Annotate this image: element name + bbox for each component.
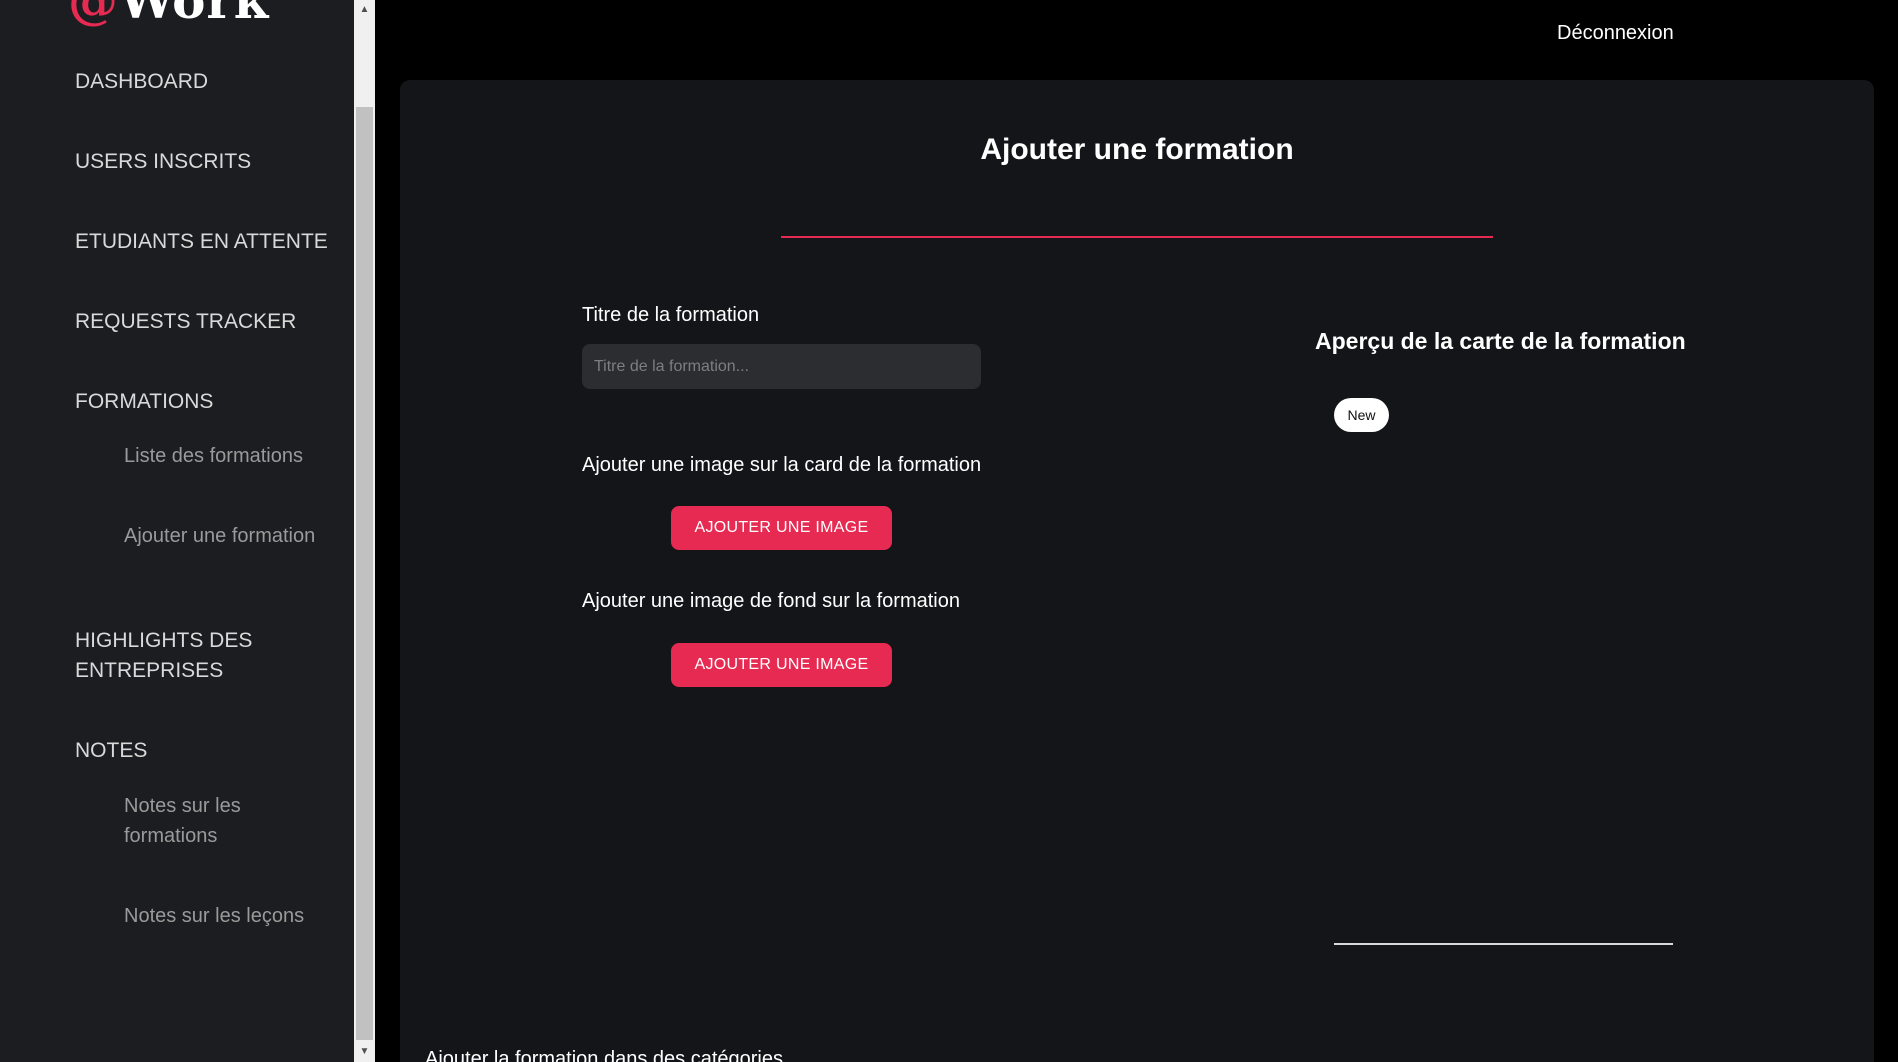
page-title: Ajouter une formation	[980, 133, 1294, 166]
preview-title: Aperçu de la carte de la formation	[1315, 328, 1686, 354]
sidebar-item-notes[interactable]: NOTES	[75, 736, 147, 766]
sidebar-item-highlights-line2[interactable]: ENTREPRISES	[75, 656, 223, 686]
card-image-label: Ajouter une image sur la card de la form…	[582, 454, 982, 476]
add-card-image-button[interactable]: AJOUTER UNE IMAGE	[671, 506, 892, 550]
sidebar-subitem-notes-formations-line2[interactable]: formations	[124, 821, 217, 851]
logo-text: Work	[119, 0, 270, 30]
sidebar-item-etudiants-en-attente[interactable]: ETUDIANTS EN ATTENTE	[75, 227, 328, 257]
sidebar: @Work DASHBOARD USERS INSCRITS ETUDIANTS…	[0, 0, 354, 1062]
sidebar-item-highlights-line1[interactable]: HIGHLIGHTS DES	[75, 626, 252, 656]
sidebar-scrollbar[interactable]: ▲ ▼	[354, 0, 375, 1062]
categories-label: Ajouter la formation dans des catégories	[425, 1048, 783, 1062]
logout-link[interactable]: Déconnexion	[1557, 22, 1674, 45]
sidebar-item-formations[interactable]: FORMATIONS	[75, 387, 213, 417]
title-field-label: Titre de la formation	[582, 304, 760, 326]
sidebar-subitem-notes-formations-line1[interactable]: Notes sur les	[124, 791, 241, 821]
sidebar-subitem-ajouter-une-formation[interactable]: Ajouter une formation	[124, 521, 315, 551]
title-divider	[781, 236, 1493, 238]
logo-at: @	[68, 0, 119, 30]
main-panel: Ajouter une formation Titre de la format…	[400, 80, 1874, 1062]
sidebar-item-requests-tracker[interactable]: REQUESTS TRACKER	[75, 307, 296, 337]
scroll-up-arrow-icon[interactable]: ▲	[354, 0, 375, 20]
sidebar-item-users-inscrits[interactable]: USERS INSCRITS	[75, 147, 251, 177]
sidebar-subitem-notes-lecons[interactable]: Notes sur les leçons	[124, 901, 304, 931]
new-badge: New	[1334, 398, 1389, 432]
sidebar-subitem-liste-des-formations[interactable]: Liste des formations	[124, 441, 303, 471]
formation-title-input[interactable]	[582, 344, 981, 389]
add-background-image-button[interactable]: AJOUTER UNE IMAGE	[671, 643, 892, 687]
sidebar-item-dashboard[interactable]: DASHBOARD	[75, 67, 208, 97]
scroll-down-arrow-icon[interactable]: ▼	[354, 1042, 375, 1062]
brand-logo[interactable]: @Work	[68, 0, 269, 26]
preview-divider	[1334, 943, 1673, 945]
background-image-label: Ajouter une image de fond sur la formati…	[582, 590, 960, 612]
scroll-thumb[interactable]	[356, 107, 373, 1040]
